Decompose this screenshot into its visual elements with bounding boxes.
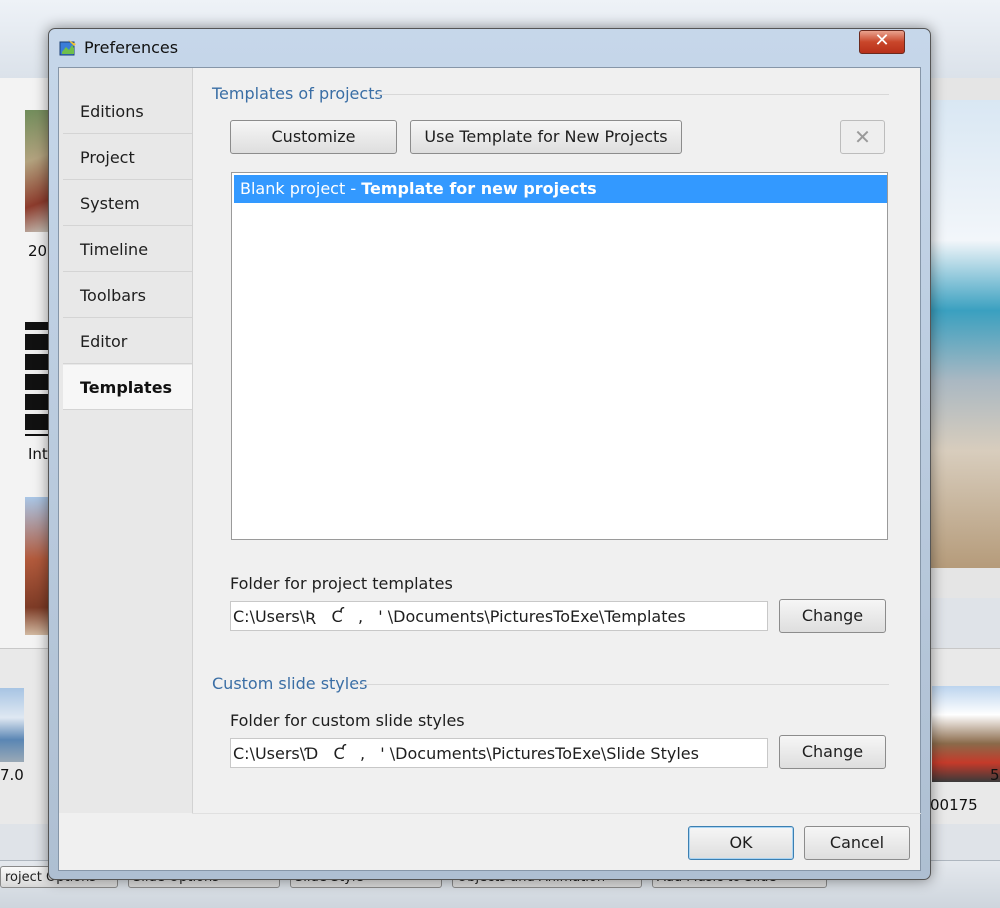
slide-thumbnail[interactable] [0, 688, 24, 762]
close-icon: ✕ [874, 30, 890, 51]
templates-section-title: Templates of projects [212, 84, 383, 103]
section-divider [355, 684, 889, 685]
sidebar-item-timeline[interactable]: Timeline [63, 227, 192, 272]
close-button[interactable]: ✕ [859, 30, 905, 54]
list-item[interactable]: Blank project - Template for new project… [234, 175, 887, 203]
template-description: Template for new projects [361, 179, 597, 198]
customize-button[interactable]: Customize [230, 120, 397, 154]
use-template-button[interactable]: Use Template for New Projects [410, 120, 682, 154]
slide-styles-folder-field[interactable] [230, 738, 768, 768]
sidebar-item-system[interactable]: System [63, 181, 192, 226]
thumbnail-image[interactable] [25, 497, 50, 635]
delete-template-button[interactable]: ✕ [840, 120, 885, 154]
slide-filename: 00175 [930, 796, 978, 814]
preview-image [930, 100, 1000, 568]
sidebar-item-editor[interactable]: Editor [63, 319, 192, 364]
sidebar-item-project[interactable]: Project [63, 135, 192, 180]
templates-list[interactable]: Blank project - Template for new project… [231, 172, 888, 540]
thumbnail-image[interactable] [25, 322, 50, 436]
dialog-body: Editions Project System Timeline Toolbar… [58, 67, 921, 871]
footer-divider [192, 813, 921, 814]
template-separator: - [345, 179, 362, 198]
slide-styles-section-title: Custom slide styles [212, 674, 368, 693]
templates-folder-field[interactable] [230, 601, 768, 631]
slide-duration: 7.0 [0, 766, 24, 784]
slide-styles-folder-label: Folder for custom slide styles [230, 711, 465, 730]
section-divider [377, 94, 889, 95]
sidebar-item-templates[interactable]: Templates [63, 365, 192, 410]
cancel-button[interactable]: Cancel [804, 826, 910, 860]
app-icon [59, 40, 76, 56]
ok-button[interactable]: OK [688, 826, 794, 860]
preferences-sidebar: Editions Project System Timeline Toolbar… [59, 68, 193, 813]
thumbnail-image[interactable] [25, 110, 50, 232]
template-name: Blank project [240, 179, 346, 198]
templates-folder-label: Folder for project templates [230, 574, 453, 593]
preferences-dialog: Preferences ✕ Editions Project System Ti… [48, 28, 931, 880]
change-slide-styles-folder-button[interactable]: Change [779, 735, 886, 769]
close-icon: ✕ [854, 125, 871, 149]
thumbnail-label: Int [28, 445, 48, 463]
slide-duration: 5 [990, 766, 1000, 784]
sidebar-item-toolbars[interactable]: Toolbars [63, 273, 192, 318]
change-templates-folder-button[interactable]: Change [779, 599, 886, 633]
sidebar-item-editions[interactable]: Editions [63, 89, 192, 134]
dialog-title: Preferences [84, 38, 179, 57]
thumbnail-label: 20 [28, 242, 48, 260]
